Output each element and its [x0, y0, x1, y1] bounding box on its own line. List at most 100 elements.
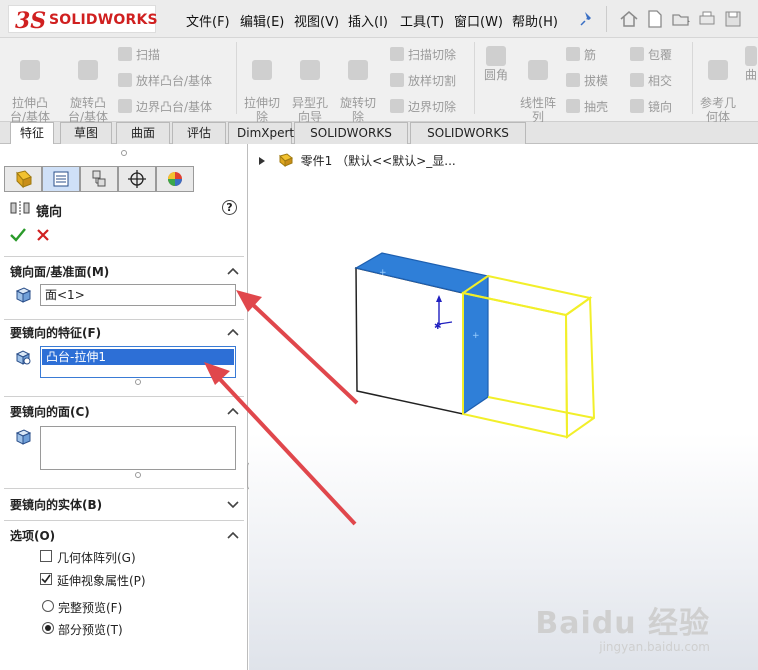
reference-geometry-button[interactable]: 参考几 何体 — [696, 46, 740, 124]
loft-boss-icon — [118, 73, 132, 87]
bodies-to-mirror-header[interactable]: 要镜向的实体(B) — [10, 496, 102, 513]
new-document-icon[interactable] — [644, 8, 666, 30]
loft-cut-button[interactable]: 放样切割 — [390, 72, 456, 89]
watermark-brand: Baidu 经验 — [535, 606, 710, 641]
tab-surfaces[interactable]: 曲面 — [116, 122, 170, 144]
propagate-visual-label: 延伸视象属性(P) — [57, 574, 146, 588]
revolve-boss-button[interactable]: 旋转凸 台/基体 — [64, 46, 112, 124]
rib-button[interactable]: 筋 — [566, 46, 596, 63]
solidworks-logo: 3S SOLIDWORKS — [8, 5, 158, 34]
intersect-button[interactable]: 相交 — [630, 72, 672, 89]
chevron-up-icon[interactable] — [227, 265, 239, 277]
menu-edit[interactable]: 编辑(E) — [240, 11, 284, 30]
cancel-x-icon[interactable] — [36, 228, 50, 242]
curves-button[interactable]: 曲 — [744, 46, 758, 82]
mirror-face-field[interactable]: 面<1> — [40, 284, 236, 306]
tab-solidworks-addins[interactable]: SOLIDWORKS 插件 — [294, 122, 408, 161]
graphics-area[interactable]: 零件1 （默认<<默认>_显... + + ✱ — [249, 144, 758, 670]
chevron-up-icon[interactable] — [227, 326, 239, 338]
panel-splitter-handle[interactable] — [121, 150, 127, 156]
tab-evaluate[interactable]: 评估 — [172, 122, 226, 144]
faces-to-mirror-list[interactable] — [40, 426, 236, 470]
home-icon[interactable] — [618, 8, 640, 30]
feature-manager-tab[interactable] — [4, 166, 42, 192]
mirror-face-plane-header[interactable]: 镜向面/基准面(M) — [10, 263, 109, 280]
selected-feature-item[interactable]: 凸台-拉伸1 — [42, 349, 234, 365]
menu-help[interactable]: 帮助(H) — [512, 11, 558, 30]
linear-pattern-button[interactable]: 线性阵 列 — [516, 46, 560, 124]
sweep-cut-button[interactable]: 扫描切除 — [390, 46, 456, 63]
property-manager-tab[interactable] — [42, 166, 80, 192]
extrude-boss-icon — [20, 60, 40, 80]
menu-file[interactable]: 文件(F) — [186, 11, 230, 30]
intersect-icon — [630, 73, 644, 87]
pin-icon[interactable] — [576, 8, 598, 30]
features-to-mirror-list[interactable]: 凸台-拉伸1 — [40, 346, 236, 378]
panel-title: 镜向 — [36, 205, 63, 220]
partial-preview-label: 部分预览(T) — [58, 623, 123, 637]
fillet-button[interactable]: 圆角 — [478, 46, 514, 82]
tab-features[interactable]: 特征 — [10, 122, 54, 145]
faces-to-mirror-header[interactable]: 要镜向的面(C) — [10, 403, 90, 420]
configuration-icon — [92, 170, 106, 187]
ds-logo-mark: 3S — [15, 8, 47, 34]
appearance-ball-icon — [168, 172, 182, 186]
baidu-watermark: Baidu 经验 jingyan.baidu.com — [535, 598, 710, 654]
draft-icon — [566, 73, 580, 87]
extrude-boss-button[interactable]: 拉伸凸 台/基体 — [8, 46, 52, 124]
mirror-icon — [630, 99, 644, 113]
chevron-up-icon[interactable] — [227, 405, 239, 417]
print-icon[interactable] — [696, 8, 718, 30]
boundary-cut-icon — [390, 99, 404, 113]
loft-boss-button[interactable]: 放样凸台/基体 — [118, 72, 212, 89]
svg-text:✱: ✱ — [434, 322, 442, 332]
sweep-button[interactable]: 扫描 — [118, 46, 160, 63]
shell-icon — [566, 99, 580, 113]
watermark-url: jingyan.baidu.com — [599, 640, 710, 654]
save-icon[interactable] — [722, 8, 744, 30]
list-resize-handle[interactable] — [135, 472, 141, 478]
boundary-cut-button[interactable]: 边界切除 — [390, 98, 456, 115]
reference-geometry-icon — [708, 60, 728, 80]
model-geometry: + + ✱ — [354, 252, 596, 439]
draft-button[interactable]: 拔模 — [566, 72, 608, 89]
features-to-mirror-header[interactable]: 要镜向的特征(F) — [10, 324, 101, 341]
full-preview-radio[interactable] — [42, 600, 54, 612]
menu-window[interactable]: 窗口(W) — [454, 11, 503, 30]
body-front-face[interactable] — [355, 267, 464, 415]
chevron-down-icon[interactable] — [227, 498, 239, 510]
fillet-icon — [486, 46, 506, 66]
list-resize-handle[interactable] — [135, 379, 141, 385]
wrap-button[interactable]: 包覆 — [630, 46, 672, 63]
sweep-cut-icon — [390, 47, 404, 61]
menu-tools[interactable]: 工具(T) — [400, 11, 444, 30]
crosshair-icon — [128, 170, 146, 188]
ok-checkmark-icon[interactable] — [10, 228, 26, 242]
chevron-up-icon[interactable] — [227, 529, 239, 541]
menu-insert[interactable]: 插入(I) — [348, 11, 388, 30]
propagate-visual-checkbox[interactable] — [40, 573, 52, 585]
partial-preview-radio[interactable] — [42, 622, 54, 634]
full-preview-label: 完整预览(F) — [58, 601, 123, 615]
dimxpert-manager-tab[interactable] — [118, 166, 156, 192]
open-folder-icon[interactable] — [670, 8, 692, 30]
configuration-manager-tab[interactable] — [80, 166, 118, 192]
tab-sketch[interactable]: 草图 — [60, 122, 112, 144]
options-header[interactable]: 选项(O) — [10, 527, 55, 544]
svg-text:+: + — [379, 268, 387, 278]
display-manager-tab[interactable] — [156, 166, 194, 192]
boundary-boss-button[interactable]: 边界凸台/基体 — [118, 98, 212, 115]
extrude-cut-button[interactable]: 拉伸切 除 — [240, 46, 284, 124]
menu-view[interactable]: 视图(V) — [294, 11, 339, 30]
property-manager-panel: 镜向 ? 镜向面/基准面(M) 面<1> 要镜向的特征(F) 凸台-拉伸1 要镜… — [0, 144, 248, 670]
revolve-cut-button[interactable]: 旋转切 除 — [336, 46, 380, 124]
geometry-pattern-checkbox[interactable] — [40, 550, 52, 562]
hole-wizard-button[interactable]: 异型孔 向导 — [288, 46, 332, 124]
tab-solidworks-mbd[interactable]: SOLIDWORKS MBD — [410, 122, 526, 161]
revolve-cut-icon — [348, 60, 368, 80]
mirror-button[interactable]: 镜向 — [630, 98, 672, 115]
face-selection-cube-icon — [15, 429, 32, 445]
tab-dimxpert[interactable]: DimXpert — [228, 122, 294, 144]
help-button[interactable]: ? — [222, 200, 237, 215]
shell-button[interactable]: 抽壳 — [566, 98, 608, 115]
